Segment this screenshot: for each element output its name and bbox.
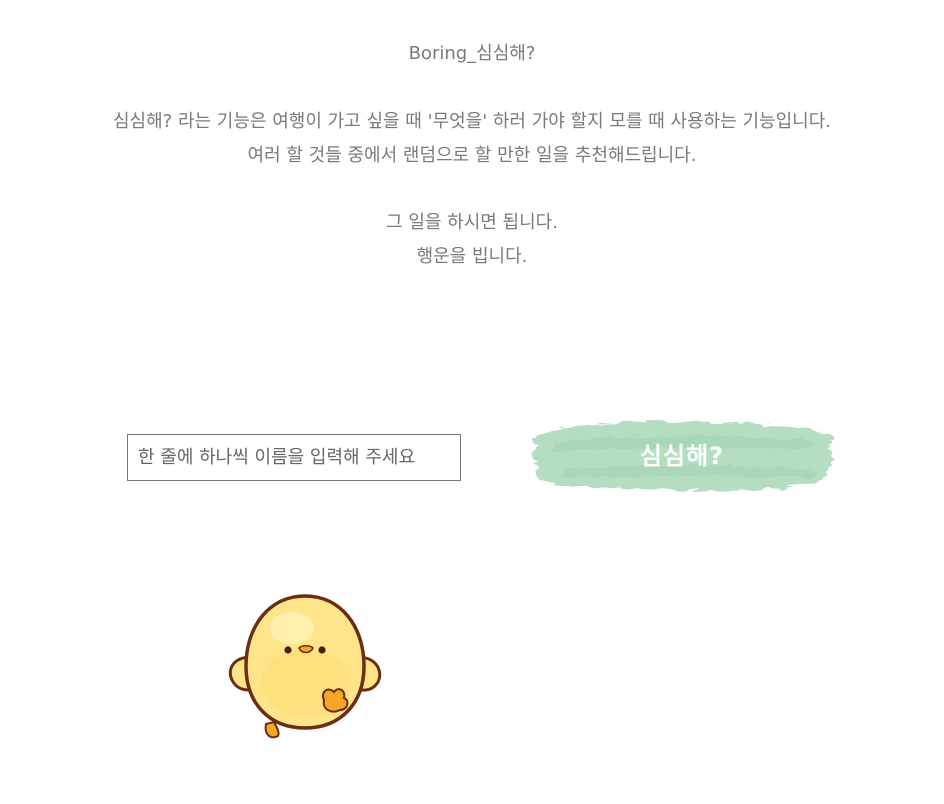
intro-line-1: 심심해? 라는 기능은 여행이 가고 싶을 때 '무엇을' 하러 가야 할지 모…	[113, 111, 831, 132]
page-title: Boring_심심해?	[408, 43, 536, 64]
simsimhae-button-label: 심심해?	[639, 442, 725, 470]
names-input[interactable]	[127, 434, 461, 481]
intro-description: 심심해? 라는 기능은 여행이 가고 싶을 때 '무엇을' 하러 가야 할지 모…	[0, 105, 944, 173]
intro-line-3: 그 일을 하시면 됩니다.	[386, 212, 558, 233]
chick-icon	[228, 594, 382, 739]
simsimhae-button[interactable]: 심심해?	[524, 412, 840, 500]
intro-line-4: 행운을 빕니다.	[416, 246, 528, 267]
intro-closing: 그 일을 하시면 됩니다. 행운을 빕니다.	[0, 206, 944, 274]
intro-line-2: 여러 할 것들 중에서 랜덤으로 할 만한 일을 추천해드립니다.	[247, 145, 697, 166]
